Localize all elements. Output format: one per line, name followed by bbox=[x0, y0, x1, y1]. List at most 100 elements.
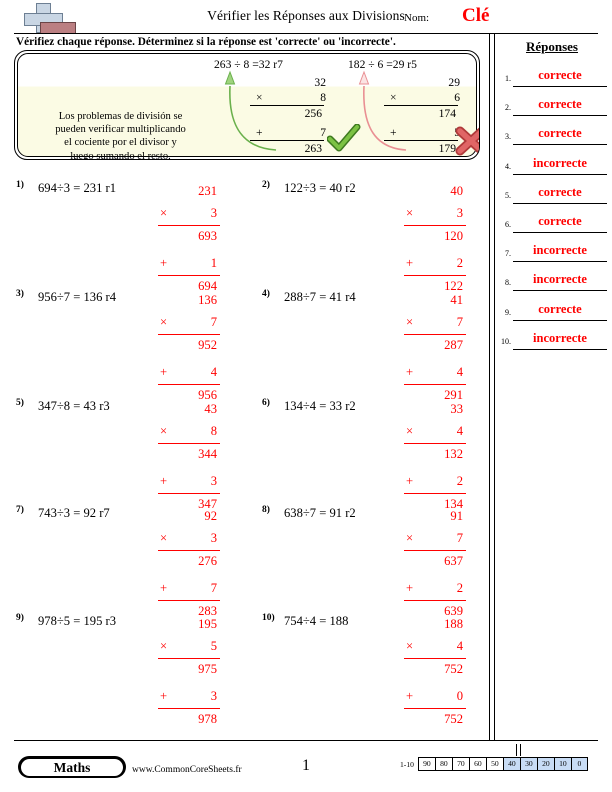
problem-add-row: +2 bbox=[404, 578, 466, 600]
problem-add-row: +7 bbox=[158, 578, 220, 600]
answer-blank[interactable]: incorrecte bbox=[513, 329, 607, 350]
problem-work: 91 × 7 637 +2 639 bbox=[404, 506, 466, 623]
problem-item: 3) 956÷7 = 136 r4 136 × 7 952 +4 956 bbox=[16, 289, 261, 402]
answer-blank[interactable]: correcte bbox=[513, 300, 607, 321]
problem-add-row: +2 bbox=[404, 253, 466, 275]
problem-add-row: +2 bbox=[404, 471, 466, 493]
answer-row: 9. correcte bbox=[497, 300, 609, 324]
problem-product: 952 bbox=[158, 334, 220, 357]
problem-item: 10) 754÷4 = 188 188 × 4 752 +0 752 bbox=[262, 613, 507, 726]
problem-multiply-row: × 3 bbox=[404, 203, 466, 225]
problem-number: 6) bbox=[262, 398, 270, 408]
problem-multiply-row-symbol: × bbox=[160, 531, 168, 545]
answer-blank[interactable]: incorrecte bbox=[513, 154, 607, 175]
example-2-equation: 182 ÷ 6 =29 r5 bbox=[348, 58, 417, 71]
problem-multiply-row-symbol: × bbox=[160, 206, 168, 220]
answer-row: 8. incorrecte bbox=[497, 270, 609, 294]
score-scale-cell: 70 bbox=[451, 757, 469, 771]
problem-work: 195 × 5 975 +3 978 bbox=[158, 614, 220, 731]
answer-row: 3. correcte bbox=[497, 124, 609, 148]
problem-item: 8) 638÷7 = 91 r2 91 × 7 637 +2 639 bbox=[262, 505, 507, 618]
answer-number: 2. bbox=[505, 103, 511, 113]
problem-add-row-symbol: + bbox=[406, 365, 414, 379]
problem-multiply-row-symbol: × bbox=[160, 639, 168, 653]
problem-work: 41 × 7 287 +4 291 bbox=[404, 290, 466, 407]
problem-equation: 694÷3 = 231 r1 bbox=[38, 181, 117, 195]
name-value: Clé bbox=[462, 5, 490, 26]
answer-row: 5. correcte bbox=[497, 183, 609, 207]
answer-blank[interactable]: incorrecte bbox=[513, 270, 607, 292]
problem-equation: 743÷3 = 92 r7 bbox=[38, 506, 110, 520]
problem-add-row-symbol: + bbox=[406, 256, 414, 270]
answer-value: correcte bbox=[538, 184, 582, 199]
answer-value: correcte bbox=[538, 301, 582, 316]
problem-multiply-row-symbol: × bbox=[406, 531, 414, 545]
answer-blank[interactable]: correcte bbox=[513, 124, 607, 146]
problem-number: 5) bbox=[16, 398, 24, 408]
problem-add-row-symbol: + bbox=[160, 689, 168, 703]
problem-quotient: 92 bbox=[204, 509, 217, 523]
score-scale-cell: 40 bbox=[502, 757, 520, 771]
example-2-multiply-row: × 6 bbox=[384, 90, 462, 105]
answer-row: 7. incorrecte bbox=[497, 241, 609, 265]
score-scale-cell: 0 bbox=[570, 757, 588, 771]
problem-product: 120 bbox=[404, 225, 466, 248]
example-1-add-row: + 7 bbox=[250, 125, 328, 140]
answer-blank[interactable]: correcte bbox=[513, 95, 607, 117]
problem-item: 7) 743÷3 = 92 r7 92 × 3 276 +7 283 bbox=[16, 505, 261, 618]
problem-multiply-row-symbol: × bbox=[406, 424, 414, 438]
example-2-product: 174 bbox=[384, 105, 458, 121]
example-2-add-row: + 5 bbox=[384, 125, 462, 140]
example-1-remainder: 7 bbox=[320, 126, 326, 139]
answer-blank[interactable]: correcte bbox=[513, 183, 607, 204]
answer-row: 10. incorrecte bbox=[497, 329, 609, 353]
problem-add-row: +4 bbox=[404, 362, 466, 384]
example-2-quotient: 29 bbox=[448, 76, 460, 89]
example-1-product: 256 bbox=[250, 105, 324, 121]
problem-equation: 347÷8 = 43 r3 bbox=[38, 399, 110, 413]
problem-item: 4) 288÷7 = 41 r4 41 × 7 287 +4 291 bbox=[262, 289, 507, 402]
example-instruction-text: Los problemas de división se pueden verif… bbox=[28, 110, 213, 160]
answer-value: correcte bbox=[538, 68, 582, 82]
page-header: Vérifier les Réponses aux Divisions Nom:… bbox=[0, 0, 612, 36]
score-scale-label: 1-10 bbox=[400, 759, 414, 769]
score-scale-cell: 50 bbox=[485, 757, 503, 771]
problem-add-row: +3 bbox=[158, 471, 220, 493]
answer-blank[interactable]: incorrecte bbox=[513, 241, 607, 263]
example-1-multiply-symbol: × bbox=[256, 91, 263, 104]
example-1-work: 32 × 8 256 + 7 263 bbox=[250, 75, 328, 156]
name-label: Nom: bbox=[404, 12, 430, 24]
answer-blank[interactable]: correcte bbox=[513, 66, 607, 87]
problem-multiply-row-symbol: × bbox=[406, 315, 414, 329]
example-1-divisor: 8 bbox=[320, 91, 326, 104]
example-text-line: luego sumando el resto. bbox=[70, 150, 171, 160]
problem-work: 188 × 4 752 +0 752 bbox=[404, 614, 466, 731]
problem-number: 7) bbox=[16, 505, 24, 515]
problem-quotient: 91 bbox=[450, 509, 463, 523]
problem-quotient: 33 bbox=[450, 402, 463, 416]
answer-value: incorrecte bbox=[533, 272, 587, 287]
problem-work: 231 × 3 693 +1 694 bbox=[158, 181, 220, 298]
problem-multiply-row-symbol: × bbox=[160, 424, 168, 438]
score-scale: 1-10 90 80 70 60 50 40 30 20 10 0 bbox=[400, 757, 588, 771]
example-2-multiply-symbol: × bbox=[390, 91, 397, 104]
score-scale-cell: 10 bbox=[553, 757, 571, 771]
answer-blank[interactable]: correcte bbox=[513, 212, 607, 233]
problem-total: 752 bbox=[404, 708, 466, 731]
answer-value: correcte bbox=[538, 214, 582, 228]
problem-number: 1) bbox=[16, 180, 24, 190]
example-text-line: Los problemas de división se bbox=[58, 111, 183, 122]
problem-product: 276 bbox=[158, 550, 220, 573]
problem-multiply-row: × 7 bbox=[404, 528, 466, 550]
problem-number: 10) bbox=[262, 613, 275, 623]
problem-add-row-symbol: + bbox=[160, 256, 168, 270]
problem-quotient: 188 bbox=[444, 617, 463, 631]
footer-divider bbox=[14, 740, 598, 741]
problem-work: 136 × 7 952 +4 956 bbox=[158, 290, 220, 407]
problem-add-row-symbol: + bbox=[406, 474, 414, 488]
score-scale-cells: 90 80 70 60 50 40 30 20 10 0 bbox=[417, 757, 588, 771]
score-scale-cell: 30 bbox=[519, 757, 537, 771]
problem-item: 5) 347÷8 = 43 r3 43 × 8 344 +3 347 bbox=[16, 398, 261, 511]
answer-row: 4. incorrecte bbox=[497, 154, 609, 178]
problem-add-row-symbol: + bbox=[160, 581, 168, 595]
